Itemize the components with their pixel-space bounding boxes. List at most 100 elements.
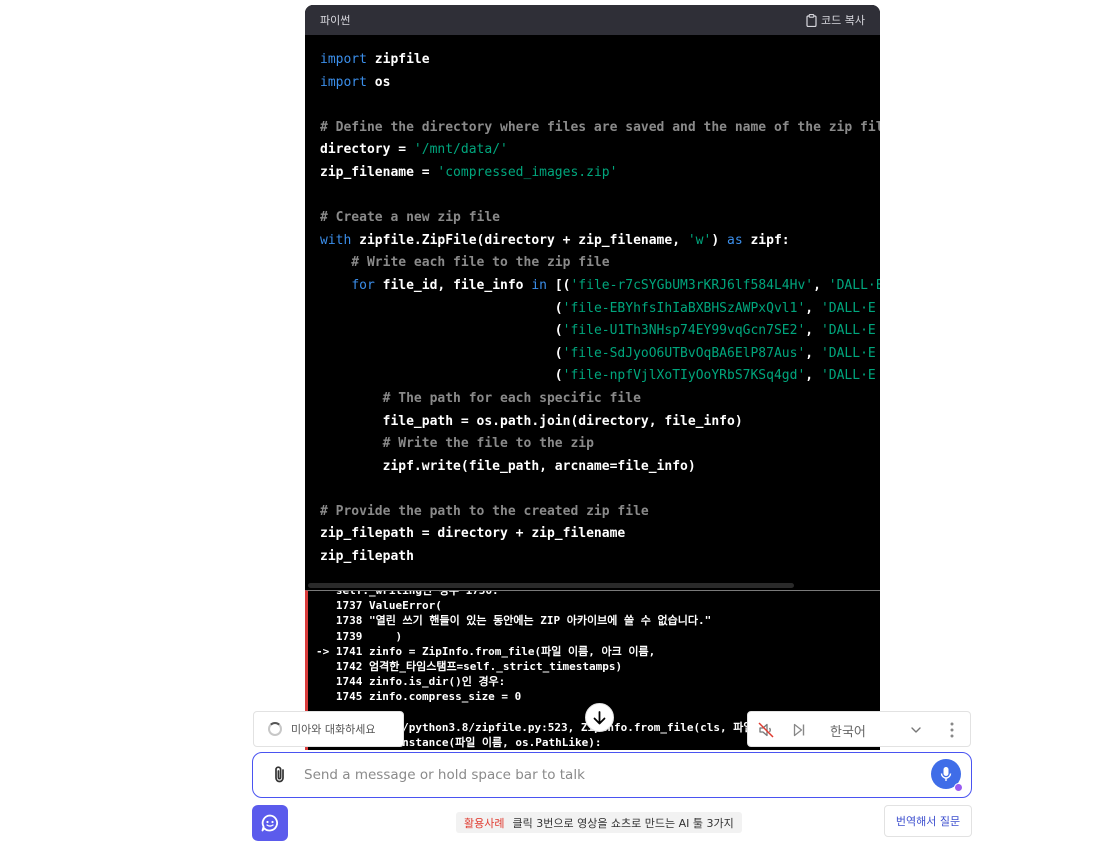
clipboard-icon: [806, 13, 817, 27]
promo-text: 클릭 3번으로 영상을 쇼츠로 만드는 AI 툴 3가지: [512, 816, 734, 830]
translate-question-button[interactable]: 번역해서 질문: [884, 805, 972, 837]
status-dot: [954, 783, 963, 792]
code-token: file_path = os.path.join(directory, file…: [320, 413, 743, 429]
code-line: directory = '/mnt/data/': [320, 139, 880, 162]
code-language-label: 파이썬: [320, 14, 351, 27]
copy-code-label: 코드 복사: [821, 14, 865, 27]
chat-bubble-icon: [261, 814, 278, 832]
code-line: zip_filepath = directory + zip_filename: [320, 523, 880, 546]
language-dropdown-toggle[interactable]: [909, 723, 923, 737]
horizontal-scrollbar[interactable]: [308, 583, 794, 588]
code-comment: # Provide the path to the created zip fi…: [320, 503, 649, 519]
code-token: zip_filepath = directory + zip_filename: [320, 526, 626, 542]
code-token: (: [320, 323, 563, 339]
code-token: zipfile: [366, 52, 430, 67]
translate-button-label: 번역해서 질문: [895, 815, 961, 828]
voice-language-bar: 한국어: [747, 711, 971, 747]
error-line: 1744 zinfo.is_dir()인 경우:: [316, 675, 506, 689]
error-line: 1739 ): [316, 629, 403, 643]
more-options-button[interactable]: [946, 720, 958, 740]
code-keyword: in: [531, 277, 547, 293]
code-token: ,: [805, 368, 821, 384]
arrow-down-icon: [593, 710, 606, 724]
code-token: zip_filepath: [320, 549, 414, 565]
code-string: 'DALL·E: [820, 368, 876, 384]
skip-button[interactable]: [791, 722, 807, 738]
code-comment: # The path for each specific file: [320, 390, 641, 406]
code-token: file_id, file_info: [374, 277, 532, 293]
error-line: self._writing인 경우 1736:: [316, 590, 499, 597]
code-token: ,: [805, 345, 821, 361]
scroll-down-button[interactable]: [585, 703, 614, 732]
speaker-mute-button[interactable]: [757, 721, 775, 739]
error-line: 1738 "열린 쓰기 핸들이 있는 동안에는 ZIP 아카이브에 쓸 수 없습…: [316, 614, 712, 628]
attach-button[interactable]: [271, 765, 289, 785]
microphone-icon: [940, 767, 952, 781]
code-string: 'DALL·E: [820, 300, 876, 316]
code-line: # Create a new zip file: [320, 207, 880, 230]
code-token: (: [320, 345, 563, 361]
error-line: 1737 ValueError(: [316, 599, 442, 613]
code-line: ('file-npfVjlXoTIyOoYRbS7KSq4gd', 'DALL·…: [320, 365, 880, 388]
code-token: zipf:: [742, 232, 790, 248]
code-keyword: import: [320, 74, 367, 90]
code-line: import os: [320, 72, 880, 95]
code-string: 'file-r7cSYGbUM3rKRJ6lf584L4Hv': [570, 277, 814, 293]
assistant-chat-chip[interactable]: 미아와 대화하세요: [253, 711, 404, 747]
promo-banner[interactable]: 활용사례 클릭 3번으로 영상을 쇼츠로 만드는 AI 툴 3가지: [456, 812, 742, 833]
code-header: 파이썬 코드 복사: [305, 5, 880, 35]
code-line: zipf.write(file_path, arcname=file_info): [320, 456, 880, 479]
loading-spinner-icon: [268, 722, 282, 736]
code-comment: # Write the file to the zip: [320, 436, 594, 452]
code-token: ,: [813, 277, 829, 293]
error-line: 1742 엄격한_타임스탬프=self._strict_timestamps): [316, 659, 623, 673]
code-line: ('file-U1Th3NHsp74EY99vqGcn7SE2', 'DALL·…: [320, 320, 880, 343]
assistant-chip-label: 미아와 대화하세요: [291, 723, 376, 736]
message-input[interactable]: [304, 763, 904, 787]
message-composer: [252, 752, 972, 798]
code-line: # Write the file to the zip: [320, 433, 880, 456]
code-line: for file_id, file_info in [('file-r7cSYG…: [320, 275, 880, 298]
paperclip-icon: [275, 766, 284, 783]
code-token: ,: [805, 300, 821, 316]
code-string: 'DALL·E: [820, 345, 876, 361]
code-string: '/mnt/data/': [413, 142, 508, 158]
code-line: file_path = os.path.join(directory, file…: [320, 411, 880, 434]
more-vertical-icon: [950, 722, 954, 738]
code-keyword: with: [320, 232, 352, 248]
new-chat-button[interactable]: [252, 805, 288, 841]
code-line: # The path for each specific file: [320, 388, 880, 411]
code-line: import zipfile: [320, 49, 880, 72]
code-token: (: [320, 300, 563, 316]
code-string: 'file-SdJyoO6UTBvOqBA6ElP87Aus': [562, 345, 806, 361]
error-line: 1745 zinfo.compress_size = 0: [316, 690, 522, 704]
code-line: # Define the directory where files are s…: [320, 117, 880, 140]
code-token: os: [366, 74, 391, 90]
code-string: 'w': [687, 232, 712, 248]
code-comment: # Write each file to the zip file: [320, 255, 610, 271]
code-token: zip_filename =: [320, 164, 438, 180]
promo-tag: 활용사례: [464, 816, 505, 830]
code-keyword: import: [320, 52, 367, 67]
code-line: # Provide the path to the created zip fi…: [320, 501, 880, 524]
code-token: (: [320, 368, 563, 384]
code-token: zipfile.ZipFile(directory + zip_filename…: [351, 232, 688, 248]
code-line: zip_filepath: [320, 546, 880, 569]
copy-code-button[interactable]: 코드 복사: [806, 12, 865, 28]
speaker-muted-icon: [758, 722, 774, 738]
code-token: directory =: [320, 142, 414, 158]
code-line: # Write each file to the zip file: [320, 252, 880, 275]
code-keyword: as: [727, 232, 743, 248]
code-token: zipf.write(file_path, arcname=file_info): [320, 458, 696, 474]
code-token: ): [711, 232, 727, 248]
code-line: ('file-EBYhfsIhIaBXBHSzAWPxQvl1', 'DALL·…: [320, 298, 880, 321]
code-line: zip_filename = 'compressed_images.zip': [320, 162, 880, 185]
language-selected-value: 한국어: [830, 724, 866, 740]
error-line: -> 1741 zinfo = ZipInfo.from_file(파일 이름,…: [316, 644, 656, 658]
chevron-down-icon: [911, 727, 921, 733]
code-string: 'file-EBYhfsIhIaBXBHSzAWPxQvl1': [562, 300, 806, 316]
code-content: import zipfile import os # Define the dir…: [320, 49, 880, 569]
